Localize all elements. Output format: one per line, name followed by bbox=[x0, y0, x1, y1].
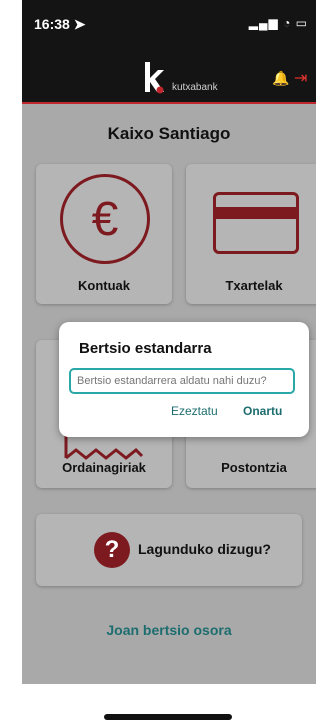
home-indicator bbox=[104, 714, 232, 720]
bell-icon[interactable]: 🔔 bbox=[272, 70, 289, 87]
question-icon: ? bbox=[94, 532, 130, 568]
standard-version-dialog: Bertsio estandarra Ezeztatu Onartu bbox=[59, 322, 309, 437]
tile-label: Postontzia bbox=[221, 460, 287, 475]
tile-label: Ordainagiriak bbox=[62, 460, 146, 475]
tile-kontuak[interactable]: € Kontuak bbox=[36, 164, 172, 304]
help-label: Lagunduko dizugu? bbox=[138, 541, 271, 557]
app-header: kutxabank 🔔 ⇥ bbox=[22, 52, 316, 104]
status-time: 16:38 ➤ bbox=[34, 16, 86, 32]
dialog-title: Bertsio estandarra bbox=[79, 340, 212, 357]
greeting: Kaixo Santiago bbox=[107, 124, 231, 143]
help-button[interactable]: ? Lagunduko dizugu? bbox=[36, 514, 302, 586]
card-icon bbox=[213, 192, 299, 254]
dialog-input[interactable] bbox=[69, 368, 295, 394]
status-bar: 16:38 ➤ ▂▄▆ ◔ ▭ bbox=[22, 0, 316, 52]
tile-label: Kontuak bbox=[78, 278, 130, 293]
main-content: Kaixo Santiago € Kontuak Txartelak Ordai… bbox=[22, 104, 316, 684]
exit-icon[interactable]: ⇥ bbox=[294, 68, 307, 88]
tile-txartelak[interactable]: Txartelak bbox=[186, 164, 316, 304]
status-icons: ▂▄▆ ◔ ▭ bbox=[248, 16, 308, 30]
phone-screen: 16:38 ➤ ▂▄▆ ◔ ▭ kutxabank 🔔 ⇥ Kaixo Sant… bbox=[22, 0, 316, 722]
tile-label: Txartelak bbox=[225, 278, 283, 293]
full-version-link[interactable]: Joan bertsio osora bbox=[22, 622, 316, 638]
cancel-button[interactable]: Ezeztatu bbox=[171, 404, 218, 418]
ok-button[interactable]: Onartu bbox=[243, 404, 282, 418]
logo-text: kutxabank bbox=[172, 82, 218, 93]
euro-icon: € bbox=[60, 174, 150, 264]
kutxabank-logo-icon bbox=[145, 62, 164, 94]
